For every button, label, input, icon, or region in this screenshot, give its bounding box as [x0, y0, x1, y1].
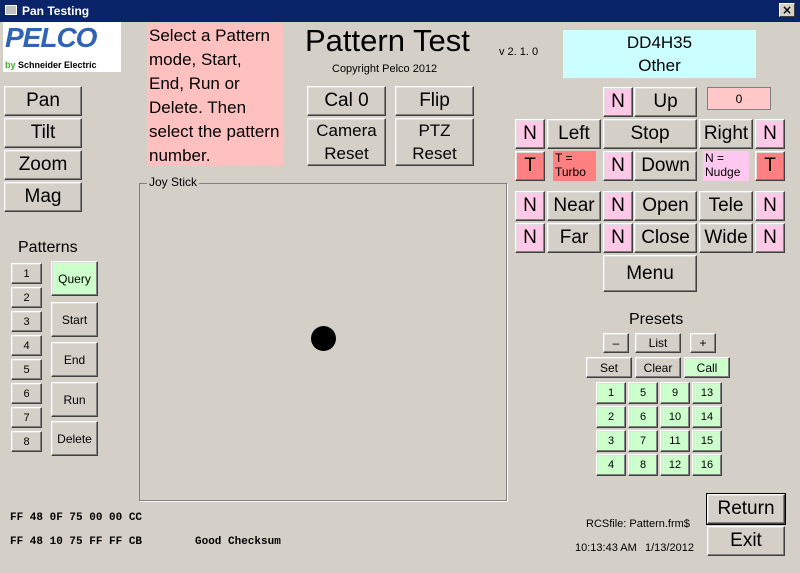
presets-heading: Presets	[629, 311, 684, 328]
nudge-up-button[interactable]: N	[603, 87, 633, 117]
device-id: DD4H35	[626, 33, 693, 52]
logo-company-name: Schneider Electric	[18, 60, 97, 70]
device-type: Other	[638, 56, 681, 75]
run-button[interactable]: Run	[51, 382, 98, 417]
pattern-number-button[interactable]: 1	[11, 263, 42, 284]
preset-clear-button[interactable]: Clear	[635, 357, 681, 378]
preset-number-button[interactable]: 8	[628, 454, 658, 476]
far-button[interactable]: Far	[547, 223, 601, 253]
pattern-number-button[interactable]: 4	[11, 335, 42, 356]
preset-number-button[interactable]: 3	[596, 430, 626, 452]
close-button[interactable]: ×	[779, 3, 795, 17]
preset-call-button[interactable]: Call	[684, 357, 730, 378]
command-line-2: FF 48 10 75 FF FF CB	[10, 536, 143, 548]
menu-button[interactable]: Menu	[603, 255, 697, 292]
instructions: Select a Pattern mode, Start, End, Run o…	[147, 23, 283, 166]
ptz-reset-button[interactable]: PTZ Reset	[395, 118, 474, 166]
near-button[interactable]: Near	[547, 191, 601, 221]
return-button[interactable]: Return	[706, 493, 786, 525]
preset-number-button[interactable]: 1	[596, 382, 626, 404]
tilt-button[interactable]: Tilt	[4, 118, 82, 148]
turbo-note: T = Turbo	[553, 151, 596, 181]
nudge-tele-button[interactable]: N	[755, 191, 785, 221]
preset-number-button[interactable]: 10	[660, 406, 690, 428]
preset-number-button[interactable]: 15	[692, 430, 722, 452]
nudge-far-button[interactable]: N	[515, 223, 545, 253]
title-bar: Pan Testing ×	[0, 0, 800, 22]
checksum-status: Good Checksum	[195, 536, 281, 548]
pan-button[interactable]: Pan	[4, 86, 82, 116]
nudge-close-button[interactable]: N	[603, 223, 633, 253]
preset-number-button[interactable]: 16	[692, 454, 722, 476]
clock-date: 1/13/2012	[645, 542, 694, 554]
preset-minus-button[interactable]: –	[603, 333, 629, 353]
end-button[interactable]: End	[51, 342, 98, 377]
clock-time: 10:13:43 AM	[575, 542, 637, 554]
pattern-number-button[interactable]: 5	[11, 359, 42, 380]
flip-button[interactable]: Flip	[395, 86, 474, 116]
preset-number-button[interactable]: 13	[692, 382, 722, 404]
logo-company: by Schneider Electric	[5, 60, 97, 70]
right-button[interactable]: Right	[699, 119, 753, 149]
nudge-near-button[interactable]: N	[515, 191, 545, 221]
version: v 2. 1. 0	[499, 46, 539, 58]
pelco-logo: PELCO by Schneider Electric	[3, 22, 121, 72]
preset-number-button[interactable]: 6	[628, 406, 658, 428]
preset-number-button[interactable]: 2	[596, 406, 626, 428]
preset-number-button[interactable]: 12	[660, 454, 690, 476]
window-title: Pan Testing	[22, 4, 90, 18]
mag-button[interactable]: Mag	[4, 182, 82, 212]
joystick-handle[interactable]	[311, 326, 336, 351]
preset-number-button[interactable]: 9	[660, 382, 690, 404]
nudge-open-button[interactable]: N	[603, 191, 633, 221]
nudge-right-button[interactable]: N	[755, 119, 785, 149]
cal0-button[interactable]: Cal 0	[307, 86, 386, 116]
open-button[interactable]: Open	[634, 191, 697, 221]
copyright: Copyright Pelco 2012	[332, 63, 438, 75]
pattern-number-button[interactable]: 2	[11, 287, 42, 308]
nudge-down-button[interactable]: N	[603, 151, 633, 181]
rcs-file: RCSfile: Pattern.frm$	[586, 518, 690, 530]
app-icon	[5, 5, 17, 15]
counter-display: 0	[707, 87, 771, 110]
nudge-note: N = Nudge	[703, 151, 749, 181]
zoom-button[interactable]: Zoom	[4, 150, 82, 180]
down-button[interactable]: Down	[634, 151, 697, 181]
close-iris-button[interactable]: Close	[634, 223, 697, 253]
page-title: Pattern Test	[305, 23, 470, 58]
patterns-heading: Patterns	[18, 239, 78, 256]
command-line-1: FF 48 0F 75 00 00 CC	[10, 512, 143, 524]
preset-number-button[interactable]: 14	[692, 406, 722, 428]
nudge-wide-button[interactable]: N	[755, 223, 785, 253]
exit-button[interactable]: Exit	[707, 526, 785, 556]
pattern-number-button[interactable]: 3	[11, 311, 42, 332]
device-info: DD4H35 Other	[563, 30, 756, 78]
tele-button[interactable]: Tele	[699, 191, 753, 221]
preset-number-button[interactable]: 11	[660, 430, 690, 452]
turbo-left-button[interactable]: T	[515, 151, 545, 181]
preset-number-button[interactable]: 4	[596, 454, 626, 476]
wide-button[interactable]: Wide	[699, 223, 753, 253]
start-button[interactable]: Start	[51, 302, 98, 337]
up-button[interactable]: Up	[634, 87, 697, 117]
pattern-number-button[interactable]: 6	[11, 383, 42, 404]
preset-list-button[interactable]: List	[635, 333, 681, 353]
pattern-number-button[interactable]: 8	[11, 431, 42, 452]
stop-button[interactable]: Stop	[603, 119, 697, 149]
preset-number-button[interactable]: 7	[628, 430, 658, 452]
pattern-number-button[interactable]: 7	[11, 407, 42, 428]
logo-by: by	[5, 60, 16, 70]
preset-set-button[interactable]: Set	[586, 357, 632, 378]
query-button[interactable]: Query	[51, 261, 98, 296]
preset-number-button[interactable]: 5	[628, 382, 658, 404]
logo-brand: PELCO	[5, 22, 97, 53]
turbo-right-button[interactable]: T	[755, 151, 785, 181]
left-button[interactable]: Left	[547, 119, 601, 149]
joystick-label: Joy Stick	[147, 175, 200, 189]
camera-reset-button[interactable]: Camera Reset	[307, 118, 386, 166]
preset-plus-button[interactable]: +	[690, 333, 716, 353]
delete-button[interactable]: Delete	[51, 421, 98, 456]
nudge-left-button[interactable]: N	[515, 119, 545, 149]
